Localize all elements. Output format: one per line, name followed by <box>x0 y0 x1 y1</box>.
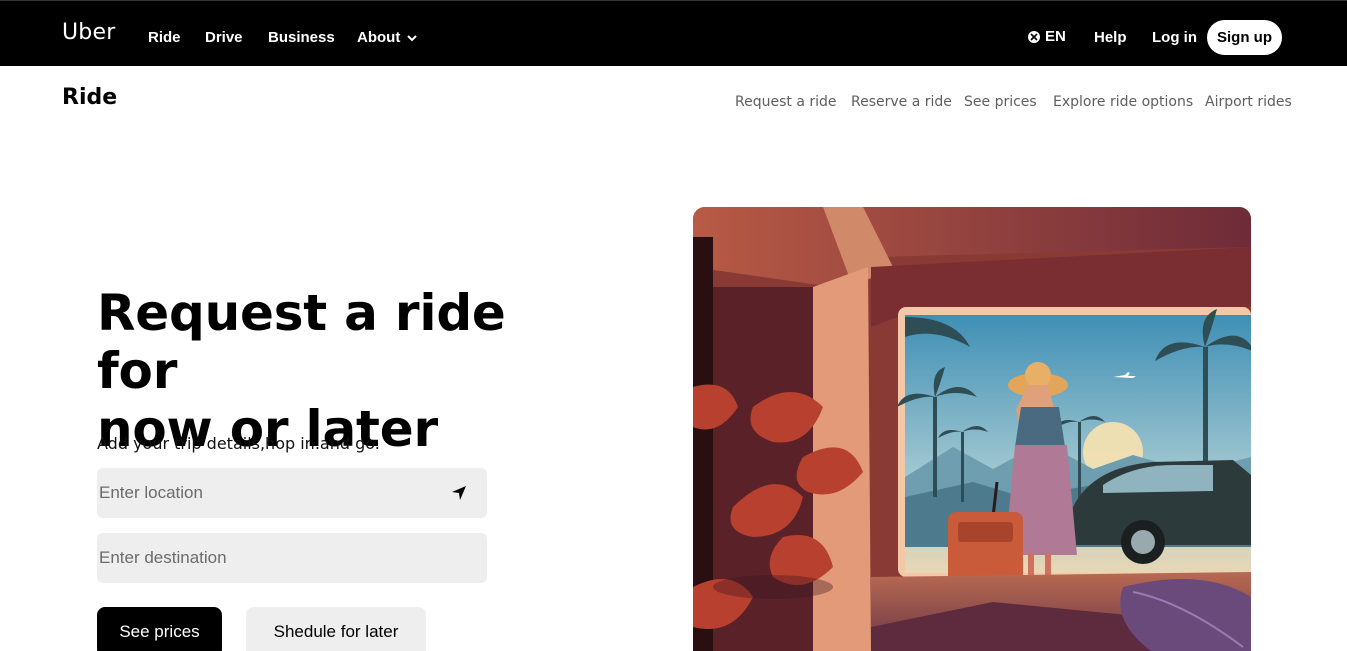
chevron-down-icon <box>407 35 418 42</box>
nav-about[interactable]: About <box>357 29 418 46</box>
nav-drive[interactable]: Drive <box>205 29 243 46</box>
subnav-airport-rides[interactable]: Airport rides <box>1205 94 1292 110</box>
location-arrow-icon[interactable] <box>451 485 467 501</box>
hero-illustration <box>693 207 1251 651</box>
top-navbar: Uber Ride Drive Business About EN Help L… <box>0 0 1347 66</box>
page-title: Ride <box>62 85 118 110</box>
globe-icon <box>1028 30 1040 43</box>
help-link[interactable]: Help <box>1094 29 1127 46</box>
language-selector[interactable]: EN <box>1027 28 1066 45</box>
location-input[interactable] <box>97 468 487 518</box>
hero-title: Request a ride for now or later <box>97 284 577 458</box>
signup-button[interactable]: Sign up <box>1207 20 1282 55</box>
subnav-see-prices[interactable]: See prices <box>964 94 1037 110</box>
destination-input[interactable] <box>97 533 487 583</box>
uber-logo[interactable]: Uber <box>62 20 115 45</box>
see-prices-button[interactable]: See prices <box>97 607 222 651</box>
subnav-reserve-ride[interactable]: Reserve a ride <box>851 94 952 110</box>
subnav-explore-options[interactable]: Explore ride options <box>1053 94 1193 110</box>
language-label: EN <box>1045 28 1066 45</box>
hero-title-line1: Request a ride for <box>97 284 506 400</box>
subnav-request-ride[interactable]: Request a ride <box>735 94 837 110</box>
travel-illustration <box>693 207 1251 651</box>
nav-ride[interactable]: Ride <box>148 29 181 46</box>
nav-business[interactable]: Business <box>268 29 335 46</box>
schedule-later-button[interactable]: Shedule for later <box>246 607 426 651</box>
hero-subtitle: Add your trip details,hop in.and go. <box>97 434 380 453</box>
login-link[interactable]: Log in <box>1152 29 1197 46</box>
nav-about-label: About <box>357 29 401 46</box>
